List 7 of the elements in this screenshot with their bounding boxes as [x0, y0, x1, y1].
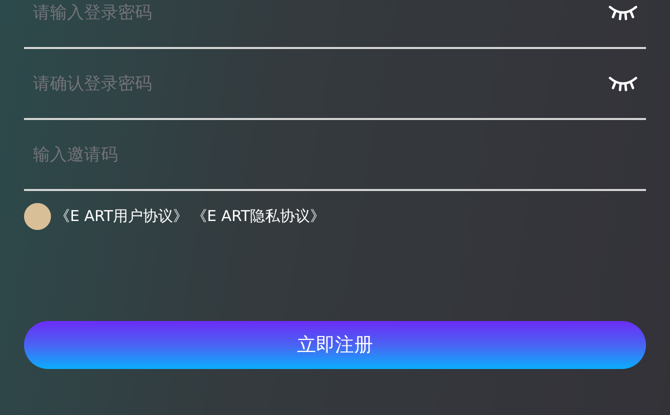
input-field[interactable]: 输入邀请码	[33, 142, 638, 168]
checkbox[interactable]	[24, 202, 51, 230]
input-field[interactable]: 请输入登录密码	[33, 0, 608, 26]
agreement-link[interactable]: 《E ART隐私协议》	[192, 204, 326, 228]
agreement-link[interactable]: 《E ART用户协议》	[55, 204, 188, 228]
register-button[interactable]: 立即注册	[24, 321, 646, 369]
input-field[interactable]: 请确认登录密码	[33, 72, 608, 98]
